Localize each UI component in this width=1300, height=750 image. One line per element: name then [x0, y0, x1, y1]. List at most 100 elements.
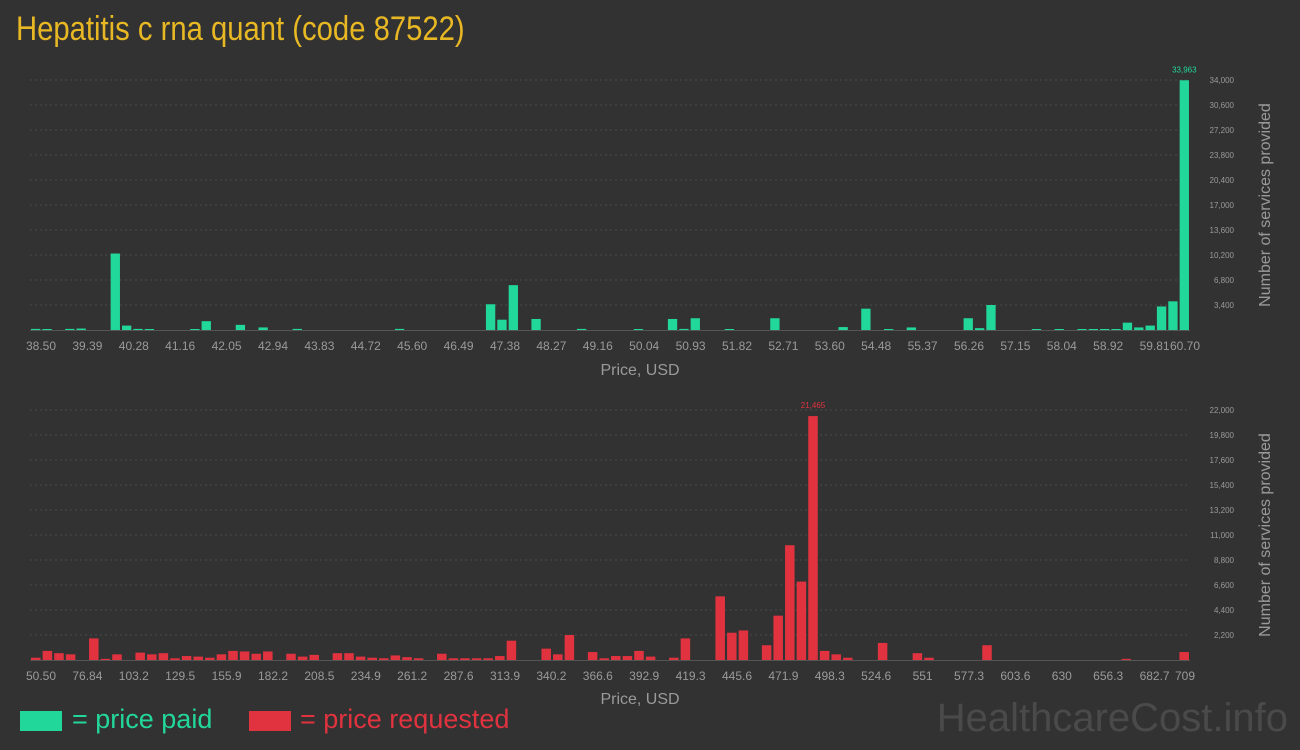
x-tick-label: 155.9: [212, 669, 242, 683]
y-tick-label: 17,600: [1210, 456, 1235, 465]
x-tick-label: 551: [913, 669, 933, 683]
bar: [147, 654, 157, 660]
x-tick-label: 313.9: [490, 669, 520, 683]
bar: [355, 656, 366, 660]
x-tick-label: 40.28: [119, 339, 149, 353]
bar: [819, 650, 830, 660]
bar: [1145, 325, 1155, 330]
y-tick-label: 20,400: [1210, 176, 1235, 185]
bar: [877, 642, 888, 660]
x-tick-label: 53.60: [815, 339, 845, 353]
bar: [912, 653, 923, 660]
bar: [738, 630, 749, 660]
x-tick-label: 392.9: [629, 669, 659, 683]
bar: [506, 640, 517, 660]
y-tick-label: 15,400: [1210, 481, 1235, 490]
bar: [1156, 306, 1167, 330]
bar: [158, 653, 169, 660]
bar: [216, 654, 227, 660]
bar: [727, 632, 737, 660]
bar: [611, 656, 621, 660]
x-tick-label: 340.2: [536, 669, 566, 683]
x-tick-label: 577.3: [954, 669, 984, 683]
bar: [263, 651, 273, 660]
bar: [170, 658, 180, 660]
bar: [332, 653, 343, 660]
bar: [838, 327, 848, 330]
bar: [42, 650, 53, 660]
bar: [251, 653, 261, 660]
bar: [181, 656, 192, 660]
bar: [785, 545, 795, 660]
bar: [402, 657, 412, 660]
bar: [42, 329, 52, 330]
bar: [297, 656, 308, 660]
y-tick-label: 6,600: [1214, 581, 1235, 590]
x-tick-label: 49.16: [583, 339, 613, 353]
bar: [564, 635, 575, 660]
y-tick-label: 6,800: [1214, 276, 1235, 285]
bar: [982, 645, 992, 660]
bar: [135, 652, 145, 660]
bar: [924, 657, 934, 660]
bar: [190, 329, 200, 330]
x-tick-label: 54.48: [861, 339, 891, 353]
bar: [883, 329, 894, 330]
y-tick-label: 3,400: [1214, 301, 1235, 310]
bar: [680, 638, 691, 660]
bar: [1122, 322, 1133, 330]
bar: [690, 318, 700, 330]
x-tick-label: 234.9: [351, 669, 381, 683]
bar: [367, 657, 377, 660]
bar: [1077, 329, 1087, 330]
bar: [669, 657, 679, 660]
bar: [344, 653, 354, 660]
bar: [587, 652, 598, 660]
bar: [258, 327, 268, 330]
x-axis-title: Price, USD: [600, 691, 679, 708]
bar: [31, 657, 41, 660]
x-tick-label: 46.49: [444, 339, 474, 353]
y-tick-label: 30,600: [1210, 101, 1235, 110]
x-tick-label: 50.93: [676, 339, 706, 353]
x-tick-label: 50.04: [629, 339, 659, 353]
x-tick-label: 419.3: [676, 669, 706, 683]
x-tick-label: 41.16: [165, 339, 195, 353]
x-tick-label: 60.70: [1170, 339, 1200, 353]
bar: [193, 656, 203, 660]
bar: [634, 650, 644, 660]
x-tick-label: 58.92: [1093, 339, 1123, 353]
x-tick-label: 630: [1052, 669, 1072, 683]
bar: [144, 329, 155, 330]
bar: [906, 327, 917, 330]
x-tick-label: 38.50: [26, 339, 56, 353]
bar: [1088, 329, 1098, 330]
x-tick-label: 44.72: [351, 339, 381, 353]
bar: [239, 651, 250, 660]
y-tick-label: 2,200: [1214, 631, 1235, 640]
legend-swatch-paid: [20, 711, 62, 731]
x-tick-label: 261.2: [397, 669, 427, 683]
bar: [541, 648, 551, 660]
bar: [394, 328, 405, 330]
bar: [100, 658, 111, 660]
bar: [497, 319, 507, 330]
y-tick-label: 17,000: [1210, 201, 1235, 210]
bar: [1168, 301, 1178, 330]
bar: [89, 638, 99, 660]
bar: [390, 655, 401, 660]
bar: [773, 615, 783, 660]
bar: [1111, 329, 1121, 330]
bar: [437, 653, 447, 660]
bar: [460, 658, 470, 660]
y-tick-label: 22,000: [1210, 406, 1235, 415]
y-tick-label: 4,400: [1214, 606, 1235, 615]
peak-value-label: 21,465: [801, 401, 826, 410]
bar: [667, 318, 678, 330]
x-tick-label: 57.15: [1000, 339, 1030, 353]
x-tick-label: 48.27: [536, 339, 566, 353]
x-tick-label: 43.83: [304, 339, 334, 353]
bar: [205, 657, 215, 660]
bar: [974, 328, 985, 330]
bar: [76, 328, 86, 330]
